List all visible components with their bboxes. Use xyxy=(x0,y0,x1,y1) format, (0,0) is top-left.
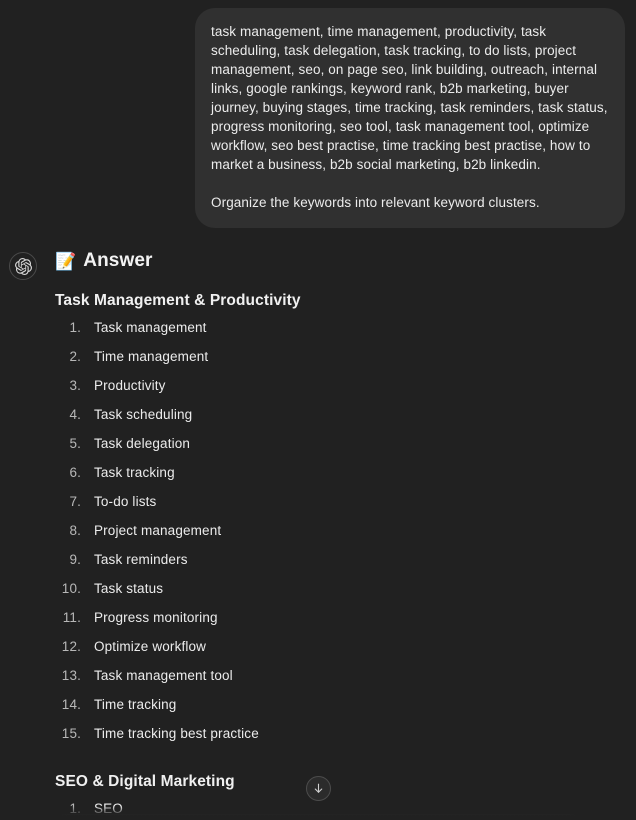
list-item-number: 6. xyxy=(69,465,81,480)
list-item-number: 10. xyxy=(61,581,81,596)
list-item-label: Task reminders xyxy=(94,552,188,567)
assistant-content: 📝 Answer Task Management & Productivity … xyxy=(55,248,636,820)
list-item-label: Time tracking xyxy=(94,697,177,712)
list-item: 10. Task status xyxy=(55,581,616,610)
openai-logo-icon xyxy=(9,252,37,280)
list-item-label: Time tracking best practice xyxy=(94,726,259,741)
list-item-label: To-do lists xyxy=(94,494,157,509)
list-item-label: Task status xyxy=(94,581,164,596)
list-item-number: 4. xyxy=(69,407,81,422)
list-item: 9. Task reminders xyxy=(55,552,616,581)
list-item-label: Productivity xyxy=(94,378,166,393)
keyword-list-task-management: 1. Task management 2. Time management 3.… xyxy=(55,320,616,755)
list-item-label: Optimize workflow xyxy=(94,639,207,654)
list-item-number: 1. xyxy=(69,320,81,335)
list-item-number: 3. xyxy=(69,378,81,393)
answer-heading-label: Answer xyxy=(83,250,153,271)
list-item-number: 13. xyxy=(61,668,81,683)
list-item: 8. Project management xyxy=(55,523,616,552)
list-item: 15. Time tracking best practice xyxy=(55,726,616,755)
list-item: 11. Progress monitoring xyxy=(55,610,616,639)
list-item-label: Task management xyxy=(94,320,207,335)
list-item: 4. Task scheduling xyxy=(55,407,616,436)
list-item-number: 5. xyxy=(69,436,81,451)
scroll-to-bottom-button[interactable] xyxy=(306,776,331,801)
list-item-number: 12. xyxy=(61,639,81,654)
list-item: 7. To-do lists xyxy=(55,494,616,523)
user-message-keywords: task management, time management, produc… xyxy=(211,24,608,172)
list-item-number: 15. xyxy=(61,726,81,741)
list-item: 3. Productivity xyxy=(55,378,616,407)
section-heading-task-management: Task Management & Productivity xyxy=(55,292,301,309)
memo-icon: 📝 xyxy=(55,251,77,271)
user-message-bubble[interactable]: task management, time management, produc… xyxy=(195,8,625,228)
list-item-label: Task tracking xyxy=(94,465,175,480)
list-item-label: Project management xyxy=(94,523,222,538)
list-item-label: Time management xyxy=(94,349,209,364)
list-item-number: 8. xyxy=(69,523,81,538)
list-item: 6. Task tracking xyxy=(55,465,616,494)
list-item: 1. Task management xyxy=(55,320,616,349)
arrow-down-icon xyxy=(314,783,323,793)
list-item-number: 9. xyxy=(69,552,81,567)
list-item-label: Task management tool xyxy=(94,668,233,683)
section-heading-seo: SEO & Digital Marketing xyxy=(55,773,235,790)
assistant-message-row: 📝 Answer Task Management & Productivity … xyxy=(0,248,636,820)
list-item-label: Task scheduling xyxy=(94,407,193,422)
list-item-number: 14. xyxy=(61,697,81,712)
list-item: 14. Time tracking xyxy=(55,697,616,726)
chat-screen: task management, time management, produc… xyxy=(0,0,636,820)
user-message-instruction: Organize the keywords into relevant keyw… xyxy=(211,195,540,210)
message-composer[interactable] xyxy=(47,814,589,820)
list-item: 13. Task management tool xyxy=(55,668,616,697)
user-message-row: task management, time management, produc… xyxy=(0,8,636,228)
list-item-number: 2. xyxy=(69,349,81,364)
list-item: 12. Optimize workflow xyxy=(55,639,616,668)
answer-heading: 📝 Answer xyxy=(55,248,616,274)
list-item: 2. Time management xyxy=(55,349,616,378)
list-item-number: 7. xyxy=(69,494,81,509)
list-item-label: Task delegation xyxy=(94,436,191,451)
list-item: 5. Task delegation xyxy=(55,436,616,465)
list-item-label: Progress monitoring xyxy=(94,610,218,625)
list-item-number: 11. xyxy=(62,610,81,625)
